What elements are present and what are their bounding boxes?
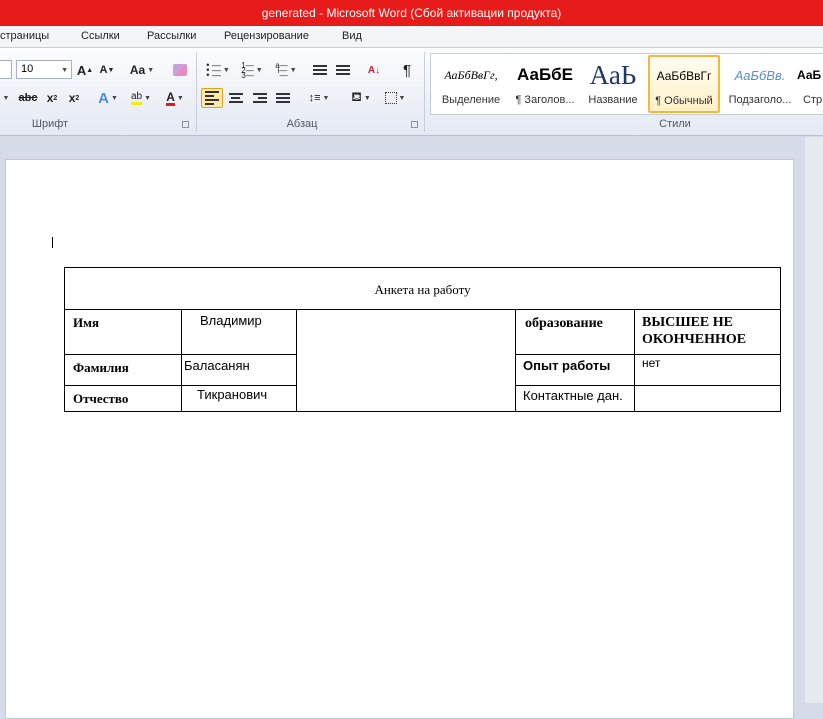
chevron-down-icon: ▼ [61, 67, 68, 74]
shading-button[interactable]: ⛾ ▼ [346, 88, 376, 108]
text-cursor [52, 237, 53, 248]
experience-label[interactable]: Опыт работы [515, 354, 635, 386]
font-size-combo[interactable]: 10 ▼ [16, 60, 72, 79]
align-left-icon [205, 89, 219, 107]
styles-gallery: АаБбВвГг, Выделение АаБбЕ ¶ Заголов... А… [430, 53, 823, 115]
eraser-icon [173, 64, 187, 76]
highlight-button[interactable]: ab ▼ [126, 88, 156, 108]
multilevel-list-button[interactable]: a— i— — ▼ [272, 60, 300, 80]
first-name-label[interactable]: Имя [64, 309, 182, 355]
line-spacing-icon: ↕≡ [308, 92, 321, 104]
paragraph-group-label: Абзац [286, 118, 318, 130]
vertical-scrollbar[interactable] [805, 137, 823, 703]
styles-group-label: Стили [659, 118, 691, 130]
text-effects-button[interactable]: A ▼ [94, 88, 122, 108]
numbering-button[interactable]: 1— 2— 3— ▼ [238, 60, 266, 80]
font-group-label: Шрифт [31, 118, 69, 130]
change-case-button[interactable]: Aa ▼ [128, 60, 156, 80]
form-title[interactable]: Анкета на работу [63, 267, 782, 310]
increase-indent-button[interactable] [333, 60, 353, 80]
last-name-value[interactable]: Баласанян [181, 354, 297, 386]
document-area [0, 137, 823, 719]
education-label[interactable]: образование [515, 309, 635, 355]
align-left-button[interactable] [201, 88, 223, 108]
clear-formatting-button[interactable] [170, 60, 190, 80]
tab-page-layout[interactable]: страницы [0, 30, 49, 42]
align-center-button[interactable] [226, 88, 246, 108]
contacts-value[interactable] [633, 385, 782, 412]
sort-az-icon: A↓ [367, 64, 381, 76]
font-name-combo[interactable] [0, 60, 12, 79]
style-title[interactable]: АаЬ Название [575, 56, 651, 112]
font-dialog-launcher[interactable] [182, 121, 189, 128]
font-dropdown-icon[interactable]: ▼ [0, 88, 10, 108]
title-bar: generated - Microsoft Word (Сбой активац… [0, 0, 823, 26]
document-page[interactable] [5, 159, 794, 719]
app-name: Microsoft Word (Сбой активации продукта) [326, 6, 562, 20]
tab-review[interactable]: Рецензирование [224, 30, 309, 42]
show-marks-button[interactable]: ¶ [397, 60, 417, 80]
indent-icon [336, 63, 350, 77]
decrease-indent-button[interactable] [310, 60, 330, 80]
subscript-button[interactable]: x2 [42, 88, 62, 108]
patronymic-value[interactable]: Тикранович [181, 385, 297, 412]
style-normal[interactable]: АаБбВвГг ¶ Обычный [648, 55, 720, 113]
outdent-icon [313, 63, 327, 77]
paint-bucket-icon: ⛾ [351, 89, 362, 104]
experience-value[interactable]: нет [633, 354, 782, 386]
photo-cell[interactable] [296, 309, 516, 412]
font-size-value: 10 [21, 63, 34, 75]
superscript-button[interactable]: x2 [64, 88, 84, 108]
line-spacing-button[interactable]: ↕≡ ▼ [305, 88, 333, 108]
application-form-table: Анкета на работу Имя Владимир образовани… [63, 267, 782, 412]
first-name-value[interactable]: Владимир [181, 309, 297, 355]
last-name-label[interactable]: Фамилия [64, 354, 182, 386]
justify-icon [276, 91, 290, 105]
numbered-list-icon: 1— 2— 3— [241, 60, 254, 80]
document-name: generated [261, 6, 316, 20]
education-value[interactable]: ВЫСШЕЕ НЕ ОКОНЧЕННОЕ [633, 309, 782, 355]
borders-icon [384, 92, 397, 104]
shrink-font-button[interactable]: A ▼ [98, 60, 116, 80]
align-right-icon [253, 91, 267, 105]
font-color-button[interactable]: A ▼ [160, 88, 190, 108]
bullet-list-icon: • — • — • — [206, 59, 221, 80]
ribbon-tabs: страницы Ссылки Рассылки Рецензирование … [0, 26, 823, 48]
style-strong[interactable]: АаБ Стр [793, 56, 823, 112]
tab-references[interactable]: Ссылки [81, 30, 120, 42]
style-emphasis[interactable]: АаБбВвГг, Выделение [433, 56, 509, 112]
patronymic-label[interactable]: Отчество [64, 385, 182, 412]
style-heading1[interactable]: АаБбЕ ¶ Заголов... [507, 56, 583, 112]
strikethrough-button[interactable]: abc [16, 88, 40, 108]
tab-mailings[interactable]: Рассылки [147, 30, 196, 42]
justify-button[interactable] [273, 88, 293, 108]
sort-button[interactable]: A↓ [364, 60, 384, 80]
ribbon: 10 ▼ A ▲ A ▼ Aa ▼ ▼ abc x2 x2 A ▼ ab ▼ A ▼ Шри… [0, 48, 823, 136]
align-right-button[interactable] [250, 88, 270, 108]
grow-font-button[interactable]: A ▲ [76, 60, 94, 80]
tab-view[interactable]: Вид [342, 30, 362, 42]
multilevel-list-icon: a— i— — [275, 60, 288, 80]
contacts-label[interactable]: Контактные дан. [515, 385, 635, 412]
align-center-icon [229, 91, 243, 105]
style-subtitle[interactable]: АаБбВв. Подзаголо... [722, 56, 798, 112]
borders-button[interactable]: ▼ [380, 88, 410, 108]
paragraph-dialog-launcher[interactable] [411, 121, 418, 128]
bullets-button[interactable]: • — • — • — ▼ [204, 60, 232, 80]
